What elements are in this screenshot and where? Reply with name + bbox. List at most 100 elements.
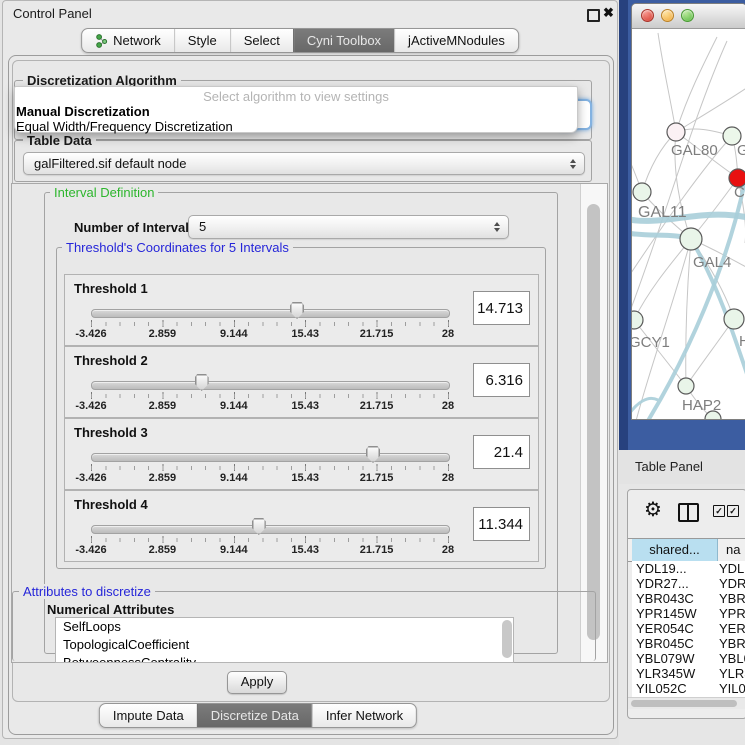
table-row[interactable]: YIL052CYIL0 <box>632 681 745 696</box>
threshold-panel: Threshold 1 -3.4262.8599.14415.4321.7152… <box>64 274 539 346</box>
slider-minor-ticks <box>91 538 450 542</box>
threshold-value-field[interactable]: 14.713 <box>473 291 530 325</box>
close-icon[interactable]: ✖ <box>603 5 614 21</box>
network-node[interactable] <box>724 309 744 329</box>
table-data-combobox-value: galFiltered.sif default node <box>34 156 186 171</box>
numerical-attributes-label: Numerical Attributes <box>47 602 174 617</box>
network-edges <box>632 33 745 419</box>
network-node[interactable] <box>633 183 651 201</box>
slider-tick-labels: -3.4262.8599.14415.4321.71528 <box>91 400 448 412</box>
tab-infer-network[interactable]: Infer Network <box>312 704 416 727</box>
gear-icon[interactable]: ⚙ <box>644 500 662 520</box>
float-window-icon[interactable] <box>587 9 600 22</box>
network-node[interactable] <box>680 228 702 250</box>
threshold-value-field[interactable]: 6.316 <box>473 363 530 397</box>
tab-style[interactable]: Style <box>174 29 230 52</box>
app-root: Control Panel ✖ Network Style Select Cyn… <box>0 0 745 745</box>
tick-label: 21.715 <box>360 544 394 556</box>
tick-label: 15.43 <box>291 400 319 412</box>
tick-label: 28 <box>442 472 454 484</box>
number-of-intervals-label: Number of Intervals <box>74 220 196 235</box>
network-node[interactable] <box>678 378 694 394</box>
network-window-titlebar[interactable] <box>632 4 745 29</box>
column-header-shared[interactable]: shared... <box>632 539 718 561</box>
close-traffic-light-icon[interactable] <box>641 9 654 22</box>
slider-track[interactable] <box>91 453 450 462</box>
table-data-group: Table Data galFiltered.sif default node <box>14 140 592 182</box>
threshold-label: Threshold 1 <box>74 281 148 296</box>
tick-label: 15.43 <box>291 472 319 484</box>
table-row[interactable]: YPR145WYPR1 <box>632 606 745 621</box>
table-panel-title: Table Panel <box>635 459 703 474</box>
tick-label: -3.426 <box>75 544 106 556</box>
tick-label: 9.144 <box>220 472 248 484</box>
list-item[interactable]: BetweennessCentrality <box>56 654 513 663</box>
tab-cyni-toolbox[interactable]: Cyni Toolbox <box>293 29 394 52</box>
tick-label: 28 <box>442 400 454 412</box>
list-item[interactable]: SelfLoops <box>56 618 513 636</box>
stepper-arrows-icon <box>570 159 576 169</box>
table-row[interactable]: YBR043CYBR0 <box>632 591 745 606</box>
table-row[interactable]: YBL079WYBL0 <box>632 651 745 666</box>
interval-definition-group-label: Interval Definition <box>50 185 158 200</box>
table-row[interactable]: YDR27...YDR2 <box>632 576 745 591</box>
slider-tick-labels: -3.4262.8599.14415.4321.71528 <box>91 472 448 484</box>
split-columns-icon[interactable] <box>678 503 699 522</box>
slider-track[interactable] <box>91 525 450 534</box>
network-node[interactable] <box>632 311 643 329</box>
tick-label: 9.144 <box>220 328 248 340</box>
apply-button[interactable]: Apply <box>227 671 287 694</box>
network-node[interactable] <box>667 123 685 141</box>
slider-track[interactable] <box>91 309 450 318</box>
zoom-traffic-light-icon[interactable] <box>681 9 694 22</box>
tab-impute-data[interactable]: Impute Data <box>100 704 197 727</box>
list-scrollbar[interactable] <box>502 620 512 658</box>
table-rows: YDL19...YDL1YDR27...YDR2YBR043CYBR0YPR14… <box>632 561 745 698</box>
table-row[interactable]: YBR045CYBR0 <box>632 636 745 651</box>
attributes-group-label: Attributes to discretize <box>19 584 155 599</box>
table-row[interactable]: YER054CYER0 <box>632 621 745 636</box>
tab-select[interactable]: Select <box>230 29 293 52</box>
slider-tick-labels: -3.4262.8599.14415.4321.71528 <box>91 544 448 556</box>
network-icon <box>95 34 108 48</box>
network-node-label: H <box>739 333 745 350</box>
network-frame-edge <box>619 0 628 450</box>
tab-network[interactable]: Network <box>82 29 174 52</box>
table-horizontal-scrollbar[interactable] <box>628 697 745 709</box>
network-canvas[interactable]: GAL80GACGAL11GAL4GCY1HHAP2 <box>632 29 745 419</box>
scrollbar-thumb[interactable] <box>587 204 600 640</box>
algorithm-popup-hint: Select algorithm to view settings <box>15 89 577 104</box>
tick-label: 21.715 <box>360 472 394 484</box>
minimize-traffic-light-icon[interactable] <box>661 9 674 22</box>
threshold-panel: Threshold 2 -3.4262.8599.14415.4321.7152… <box>64 346 539 418</box>
control-panel-title: Control Panel <box>13 6 92 21</box>
scrollbar-thumb[interactable] <box>631 700 737 707</box>
table-header-row: shared... na <box>628 538 745 562</box>
network-node-label: GAL4 <box>693 254 731 271</box>
tab-jactivemnodules[interactable]: jActiveMNodules <box>394 29 518 52</box>
tab-discretize-data[interactable]: Discretize Data <box>197 704 312 727</box>
table-row[interactable]: YDL19...YDL1 <box>632 561 745 576</box>
tick-label: 2.859 <box>149 544 177 556</box>
checkbox-icon[interactable]: ✓ <box>727 505 739 517</box>
threshold-label: Threshold 4 <box>74 497 148 512</box>
threshold-label: Threshold 3 <box>74 425 148 440</box>
checkbox-icon[interactable]: ✓ <box>713 505 725 517</box>
threshold-value-field[interactable]: 21.4 <box>473 435 530 469</box>
algorithm-option-manual[interactable]: Manual Discretization <box>15 104 577 119</box>
stepper-arrows-icon <box>494 222 500 232</box>
threshold-panel: Threshold 4 -3.4262.8599.14415.4321.7152… <box>64 490 539 562</box>
number-of-intervals-combobox[interactable]: 5 <box>188 215 509 239</box>
table-row[interactable]: YLR345WYLR3 <box>632 666 745 681</box>
column-header-name[interactable]: na <box>718 539 745 561</box>
algorithm-option-equal-width[interactable]: Equal Width/Frequency Discretization <box>15 119 577 134</box>
table-data-group-label: Table Data <box>23 133 96 148</box>
list-item[interactable]: TopologicalCoefficient <box>56 636 513 654</box>
thresholds-group: Threshold's Coordinates for 5 Intervals … <box>56 247 546 569</box>
table-data-combobox[interactable]: galFiltered.sif default node <box>23 152 585 175</box>
control-panel-tabs: Network Style Select Cyni Toolbox jActiv… <box>81 28 519 53</box>
threshold-panel: Threshold 3 -3.4262.8599.14415.4321.7152… <box>64 418 539 490</box>
numerical-attributes-list: SelfLoops TopologicalCoefficient Between… <box>55 617 514 663</box>
threshold-value-field[interactable]: 11.344 <box>473 507 530 541</box>
slider-track[interactable] <box>91 381 450 390</box>
